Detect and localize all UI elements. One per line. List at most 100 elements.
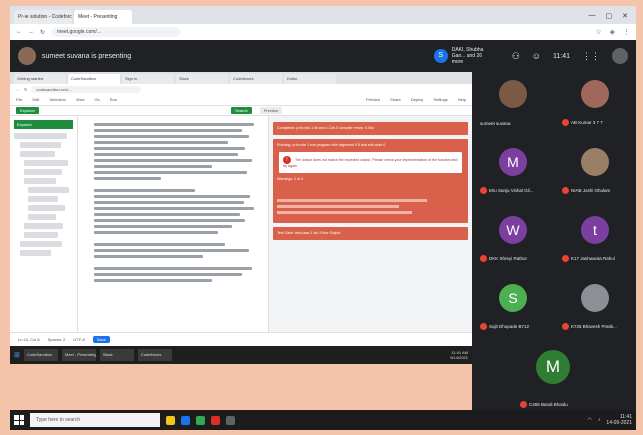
windows-start-icon[interactable] <box>14 415 24 425</box>
shared-taskbar: ⊞ CodeSandbox Meet - Presenting Slack Co… <box>10 346 472 364</box>
layout-icon[interactable]: ⚇ <box>512 51 520 62</box>
account-avatar[interactable] <box>612 48 628 64</box>
store-icon[interactable] <box>226 415 235 425</box>
shared-tab: Editor <box>284 74 336 84</box>
tool-settings: Settings <box>433 97 448 102</box>
participant-label: K17 Jashwanta Rahul <box>562 255 630 262</box>
shared-taskbar-app: CodeSandbox <box>23 349 58 361</box>
participant-photo <box>499 80 527 108</box>
star-icon[interactable]: ☆ <box>595 28 601 36</box>
system-tray: ◠ ♪ 11:41 14-09-2021 <box>588 414 632 426</box>
tree-item <box>28 196 58 202</box>
file-tree-header: Explorer <box>14 120 73 129</box>
maximize-button[interactable]: ▢ <box>606 12 613 20</box>
shared-taskbar-app: Meet - Presenting <box>61 349 96 361</box>
mic-off-icon <box>562 119 569 126</box>
mic-off-icon <box>480 323 487 330</box>
pinned-name: DAKI, Shubha Gan... and 26 more <box>451 47 484 65</box>
participant-avatar: M <box>499 148 527 176</box>
browser-tab-active[interactable]: Meet - Presenting <box>74 10 132 24</box>
apps-icon[interactable]: ⋮⋮ <box>582 51 600 62</box>
editor-menu: File Edit Selection View Go Run Preview … <box>10 94 472 106</box>
browser-tab[interactable]: Pr-ie solution - Codeforces <box>14 10 72 24</box>
edge-icon[interactable] <box>181 415 190 425</box>
participant-label: Mru Sanju Vishal Gil... <box>480 187 548 194</box>
file-explorer-icon[interactable] <box>166 415 175 425</box>
error-icon: ! <box>283 156 291 164</box>
participant-grid: sumeet suvana AB Kumar 3 7 7 M Mru Sanju… <box>472 72 636 410</box>
participant-tile[interactable]: AB Kumar 3 7 7 <box>560 74 630 132</box>
shared-screen: Getting started CodeSandbox Sign in Slac… <box>10 72 472 364</box>
participant-tile[interactable]: M Mru Sanju Vishal Gil... <box>478 142 548 200</box>
tool-share: Share <box>390 97 401 102</box>
result-card-with-error: Running: pr4c.min.1.exe program with arg… <box>273 139 468 223</box>
tree-item <box>20 250 51 256</box>
presenter-label: sumeet suvana is presenting <box>42 52 132 60</box>
back-icon[interactable]: ← <box>16 29 22 35</box>
tree-item <box>28 205 65 211</box>
meet-time: 11:41 <box>553 52 570 60</box>
shared-address-bar: ← ↻ codesandbox.io/s/... <box>10 84 472 94</box>
people-icon[interactable]: ☺ <box>532 51 541 61</box>
editor-subtoolbar: Explorer Search Preview <box>10 106 472 116</box>
windows-taskbar: Type here to search ◠ ♪ 11:41 14-09-2021 <box>10 410 636 430</box>
pinned-participants[interactable]: S DAKI, Shubha Gan... and 26 more <box>433 47 492 65</box>
participant-photo <box>581 284 609 312</box>
extension-icon[interactable]: ◈ <box>610 28 615 36</box>
file-tree: Explorer <box>10 116 78 332</box>
menu-icon[interactable]: ⋮ <box>623 28 630 36</box>
participant-label: Sujit Dhopade B712 <box>480 323 548 330</box>
shared-taskbar-app: Codeforces <box>137 349 172 361</box>
participant-tile[interactable]: W DKK Shreyi Rathor <box>478 210 548 268</box>
url-field[interactable]: meet.google.com/... <box>51 27 182 37</box>
mic-off-icon <box>562 187 569 194</box>
explorer-button: Explorer <box>16 107 39 114</box>
menu-run: Run <box>109 97 118 102</box>
result-card: Completed: pr4c.min.1.lib and c.1.lib.0 … <box>273 122 468 135</box>
shared-tab: Sign in <box>122 74 174 84</box>
tree-item <box>28 214 57 220</box>
participant-avatar: M <box>536 350 570 384</box>
participant-tile[interactable]: M C465 Bandi Bhaidu <box>518 344 588 410</box>
browser-actions: ☆ ◈ ⋮ <box>595 28 630 36</box>
shared-tab: Codeforces <box>230 74 282 84</box>
volume-icon[interactable]: ♪ <box>598 417 601 423</box>
status-position: Ln 24, Col 8 <box>18 337 40 342</box>
browser-tab-strip: Pr-ie solution - Codeforces Meet - Prese… <box>10 6 636 24</box>
error-message: The output does not match the expected o… <box>283 158 458 168</box>
chrome-icon[interactable] <box>196 415 205 425</box>
tool-preview: Preview <box>365 97 381 102</box>
app-icon[interactable] <box>211 415 220 425</box>
shared-url: codesandbox.io/s/... <box>31 85 142 93</box>
windows-icon: ⊞ <box>14 352 20 359</box>
forward-icon[interactable]: → <box>28 29 34 35</box>
participant-tile[interactable]: sumeet suvana <box>478 74 548 132</box>
tree-item <box>20 151 56 157</box>
wifi-icon[interactable]: ◠ <box>588 417 592 423</box>
error-detail: ! The output does not match the expected… <box>279 152 462 173</box>
minimize-button[interactable]: — <box>589 12 596 20</box>
tree-item <box>24 223 63 229</box>
reload-icon[interactable]: ↻ <box>40 29 45 36</box>
menu-file: File <box>16 97 23 102</box>
taskbar-search-input[interactable]: Type here to search <box>30 413 160 427</box>
mic-off-icon <box>520 401 527 408</box>
participant-tile[interactable]: K726 Bhavesh Pratik... <box>560 278 630 336</box>
menu-view: View <box>75 97 85 102</box>
tray-clock[interactable]: 11:41 14-09-2021 <box>606 414 632 426</box>
tree-item <box>20 142 62 148</box>
participant-tile[interactable]: t K17 Jashwanta Rahul <box>560 210 630 268</box>
participant-tile[interactable]: NIAB Joshi Ghulam <box>560 142 630 200</box>
save-button: Save <box>92 336 110 343</box>
editor-workarea: Explorer Completed: pr4c.min.1.lib and c… <box>10 116 472 332</box>
result-card-title: Running: pr4c.min.1.exe program with arg… <box>277 143 386 147</box>
browser-address-bar: ← → ↻ meet.google.com/... ☆ ◈ ⋮ <box>10 24 636 40</box>
participant-photo <box>581 80 609 108</box>
result-card: Test Case: test-case-1.txt / Error Outpu… <box>273 227 468 240</box>
editor-status-bar: Ln 24, Col 8 Spaces: 2 UTF-8 Save <box>10 332 472 346</box>
participant-tile[interactable]: S Sujit Dhopade B712 <box>478 278 548 336</box>
close-button[interactable]: ✕ <box>622 12 628 20</box>
participant-avatar: t <box>581 216 609 244</box>
meet-top-icons: ⚇ ☺ 11:41 ⋮⋮ <box>512 48 628 64</box>
window-controls: — ▢ ✕ <box>581 12 637 24</box>
